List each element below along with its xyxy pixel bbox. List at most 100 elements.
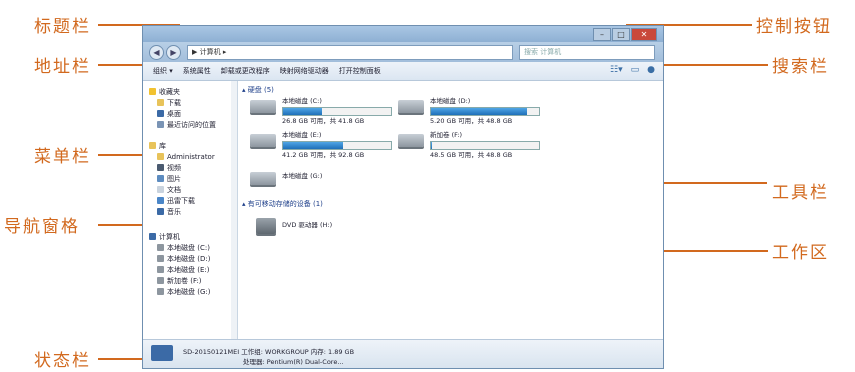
video-icon (157, 164, 164, 171)
hard-drive-icon (250, 100, 276, 113)
drive-f[interactable]: 新加卷 (F:) 48.5 GB 可用，共 48.8 GB (398, 131, 540, 160)
back-button[interactable]: ◀ (149, 45, 164, 60)
nav-downloads[interactable]: 下载 (143, 97, 231, 108)
status-bar-callout: 状态栏 (34, 351, 91, 371)
drive-name: 新加卷 (F:) (430, 131, 463, 139)
explorer-window: – □ ✕ ◀ ▶ ▶ 计算机 ▸ 搜索 计算机 组织 ▾ 系统属性 卸载或更改… (142, 25, 664, 369)
hard-drive-icon (398, 100, 424, 113)
dvd-drive-name: DVD 驱动器 (H:) (282, 221, 333, 229)
status-line-2: 处理器: Pentium(R) Dual-Core... (243, 358, 344, 366)
drive-name: 本地磁盘 (D:) (430, 97, 471, 105)
address-bar[interactable]: ▶ 计算机 ▸ (187, 45, 513, 60)
nav-music[interactable]: 音乐 (143, 206, 231, 217)
drive-free-space: 41.2 GB 可用，共 92.8 GB (282, 151, 365, 159)
nav-favorites[interactable]: 收藏夹 (143, 86, 231, 97)
drive-usage-bar (430, 107, 540, 116)
folder-icon (157, 99, 164, 106)
nav-computer[interactable]: 计算机 (143, 231, 231, 242)
drive-free-space: 5.20 GB 可用，共 48.8 GB (430, 117, 513, 125)
nav-desktop[interactable]: 桌面 (143, 108, 231, 119)
drive-usage-bar (430, 141, 540, 150)
nav-drive-e[interactable]: 本地磁盘 (E:) (143, 264, 231, 275)
drive-usage-fill (283, 142, 344, 149)
view-options-icon[interactable]: ☷▾ (610, 65, 623, 75)
title-bar: – □ ✕ (143, 26, 663, 42)
status-line-1: SD-20150121MEI 工作组: WORKGROUP 内存: 1.89 G… (183, 348, 355, 356)
nav-scrollbar[interactable] (231, 81, 238, 340)
nav-administrator[interactable]: Administrator (143, 151, 231, 162)
dvd-drive-icon (256, 218, 276, 234)
desktop-icon (157, 110, 164, 117)
toolbar-system-properties[interactable]: 系统属性 (183, 66, 211, 76)
drive-usage-bar (282, 141, 392, 150)
drive-name: 本地磁盘 (G:) (282, 172, 323, 180)
removable-section-header[interactable]: ▴ 有可移动存储的设备 (1) (242, 199, 323, 209)
close-button[interactable]: ✕ (631, 28, 657, 41)
drive-g[interactable]: 本地磁盘 (G:) (250, 169, 322, 185)
address-row: ◀ ▶ ▶ 计算机 ▸ 搜索 计算机 (143, 42, 663, 62)
search-input[interactable]: 搜索 计算机 (519, 45, 655, 60)
nav-drive-c[interactable]: 本地磁盘 (C:) (143, 242, 231, 253)
search-bar-callout: 搜索栏 (772, 57, 829, 77)
status-bar: SD-20150121MEI 工作组: WORKGROUP 内存: 1.89 G… (143, 339, 663, 368)
drive-e[interactable]: 本地磁盘 (E:) 41.2 GB 可用，共 92.8 GB (250, 131, 392, 160)
nav-recent[interactable]: 最近访问的位置 (143, 119, 231, 130)
view-controls: ☷▾ ▭ ● (610, 65, 655, 75)
toolbar-organize[interactable]: 组织 ▾ (153, 66, 173, 76)
music-icon (157, 208, 164, 215)
nav-drive-f[interactable]: 新加卷 (F:) (143, 275, 231, 286)
drive-usage-fill (283, 108, 322, 115)
hard-drive-icon (250, 134, 276, 147)
drive-usage-fill (431, 142, 433, 149)
drive-name: 本地磁盘 (E:) (282, 131, 322, 139)
drive-icon (157, 255, 164, 262)
picture-icon (157, 175, 164, 182)
help-icon[interactable]: ● (647, 65, 655, 75)
title-bar-callout: 标题栏 (34, 17, 91, 37)
hdd-section-header[interactable]: ▴ 硬盘 (5) (242, 85, 274, 95)
work-area: ▴ 硬盘 (5) 本地磁盘 (C:) 26.8 GB 可用，共 41.8 GB … (238, 81, 663, 340)
drive-icon (157, 244, 164, 251)
work-area-callout: 工作区 (772, 243, 829, 263)
nav-drive-d[interactable]: 本地磁盘 (D:) (143, 253, 231, 264)
drive-name: 本地磁盘 (C:) (282, 97, 322, 105)
maximize-button[interactable]: □ (612, 28, 630, 41)
drive-free-space: 26.8 GB 可用，共 41.8 GB (282, 117, 365, 125)
drive-usage-bar (282, 107, 392, 116)
library-icon (149, 142, 156, 149)
menu-bar-callout: 菜单栏 (34, 147, 91, 167)
nav-xunlei[interactable]: 迅雷下载 (143, 195, 231, 206)
nav-pictures[interactable]: 图片 (143, 173, 231, 184)
toolbar-uninstall[interactable]: 卸载或更改程序 (221, 66, 270, 76)
nav-documents[interactable]: 文档 (143, 184, 231, 195)
toolbar-control-panel[interactable]: 打开控制面板 (339, 66, 381, 76)
nav-videos[interactable]: 视频 (143, 162, 231, 173)
download-icon (157, 197, 164, 204)
nav-library[interactable]: 库 (143, 140, 231, 151)
hard-drive-icon (250, 172, 276, 185)
drive-usage-fill (431, 108, 528, 115)
computer-icon (151, 345, 173, 361)
address-bar-callout: 地址栏 (34, 57, 91, 77)
forward-button[interactable]: ▶ (166, 45, 181, 60)
drive-icon (157, 277, 164, 284)
drive-d[interactable]: 本地磁盘 (D:) 5.20 GB 可用，共 48.8 GB (398, 97, 540, 126)
dvd-drive[interactable]: DVD 驱动器 (H:) (256, 215, 332, 234)
window-controls: – □ ✕ (593, 28, 657, 41)
star-icon (149, 88, 156, 95)
hard-drive-icon (398, 134, 424, 147)
nav-pane-callout: 导航窗格 (4, 217, 80, 237)
toolbar-callout: 工具栏 (772, 183, 829, 203)
user-folder-icon (157, 153, 164, 160)
toolbar: 组织 ▾ 系统属性 卸载或更改程序 映射网络驱动器 打开控制面板 ☷▾ ▭ ● (143, 62, 663, 81)
recent-icon (157, 121, 164, 128)
drive-icon (157, 288, 164, 295)
drive-free-space: 48.5 GB 可用，共 48.8 GB (430, 151, 513, 159)
nav-drive-g[interactable]: 本地磁盘 (G:) (143, 286, 231, 297)
drive-c[interactable]: 本地磁盘 (C:) 26.8 GB 可用，共 41.8 GB (250, 97, 392, 126)
minimize-button[interactable]: – (593, 28, 611, 41)
navigation-pane: 收藏夹 下载 桌面 最近访问的位置 库 Administrator 视频 图片 … (143, 81, 232, 340)
document-icon (157, 186, 164, 193)
toolbar-map-drive[interactable]: 映射网络驱动器 (280, 66, 329, 76)
preview-pane-icon[interactable]: ▭ (631, 65, 640, 75)
